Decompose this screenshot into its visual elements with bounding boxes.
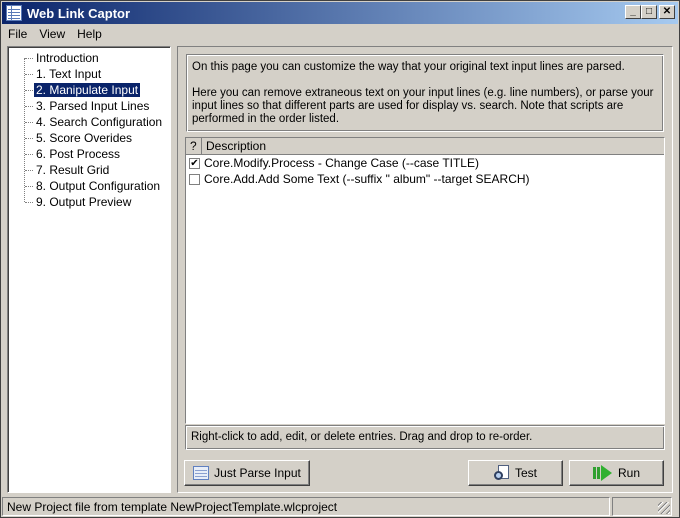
test-button[interactable]: Test bbox=[468, 460, 563, 486]
tree-item-label: 1. Text Input bbox=[36, 67, 102, 81]
tree-item[interactable]: 2. Manipulate Input bbox=[8, 82, 170, 98]
just-parse-input-button[interactable]: Just Parse Input bbox=[184, 460, 310, 486]
list-header: ? Description bbox=[186, 138, 664, 155]
menu-file[interactable]: File bbox=[2, 27, 33, 41]
menu-view[interactable]: View bbox=[33, 27, 71, 41]
tree-item-label: 3. Parsed Input Lines bbox=[36, 99, 150, 113]
status-pane bbox=[612, 497, 672, 516]
tree-connector bbox=[25, 186, 33, 187]
tree-connector bbox=[25, 138, 33, 139]
tree-item-label: 2. Manipulate Input bbox=[34, 83, 141, 97]
tree-item-label: 7. Result Grid bbox=[36, 163, 110, 177]
status-bar: New Project file from template NewProjec… bbox=[2, 497, 678, 517]
resize-grip-icon[interactable] bbox=[658, 502, 670, 514]
tree-connector bbox=[25, 90, 33, 91]
tree-item[interactable]: Introduction bbox=[8, 50, 170, 66]
status-message: New Project file from template NewProjec… bbox=[2, 497, 610, 516]
menu-bar: File View Help bbox=[2, 24, 108, 43]
intro-paragraph-2: Here you can remove extraneous text on y… bbox=[192, 87, 654, 125]
document-magnifier-icon bbox=[493, 465, 510, 481]
tree-item[interactable]: 3. Parsed Input Lines bbox=[8, 98, 170, 114]
grid-icon bbox=[193, 466, 210, 480]
tree-item-label: Introduction bbox=[36, 51, 99, 65]
content-panel: On this page you can customize the way t… bbox=[177, 46, 673, 493]
column-header-description[interactable]: Description bbox=[202, 138, 664, 154]
column-header-check[interactable]: ? bbox=[186, 138, 202, 154]
tree-item-label: 9. Output Preview bbox=[36, 195, 132, 209]
tree-item[interactable]: 7. Result Grid bbox=[8, 162, 170, 178]
list-row[interactable]: Core.Add.Add Some Text (--suffix " album… bbox=[186, 171, 664, 187]
tree-item-label: 4. Search Configuration bbox=[36, 115, 163, 129]
test-label: Test bbox=[514, 466, 537, 480]
tree-item-label: 5. Score Overides bbox=[36, 131, 133, 145]
run-arrow-icon bbox=[592, 465, 613, 481]
list-row[interactable]: ✔ Core.Modify.Process - Change Case (--ca… bbox=[186, 155, 664, 171]
tree-connector bbox=[25, 170, 33, 171]
app-icon bbox=[6, 5, 22, 21]
row-description: Core.Modify.Process - Change Case (--cas… bbox=[204, 156, 479, 170]
tree-connector bbox=[25, 154, 33, 155]
tree-connector bbox=[25, 74, 33, 75]
tree-item[interactable]: 8. Output Configuration bbox=[8, 178, 170, 194]
minimize-button[interactable]: _ bbox=[625, 5, 641, 19]
row-checkbox[interactable]: ✔ bbox=[189, 157, 200, 169]
maximize-button[interactable]: □ bbox=[641, 5, 657, 19]
script-list[interactable]: ? Description ✔ Core.Modify.Process - Cha… bbox=[185, 137, 665, 424]
tree-item[interactable]: 1. Text Input bbox=[8, 66, 170, 82]
tree-item[interactable]: 9. Output Preview bbox=[8, 194, 170, 210]
close-button[interactable]: ✕ bbox=[659, 5, 675, 19]
title-bar[interactable]: Web Link Captor _ □ ✕ bbox=[2, 2, 678, 24]
window-title: Web Link Captor bbox=[27, 5, 131, 21]
tree-item-label: 6. Post Process bbox=[36, 147, 121, 161]
tree-item-label: 8. Output Configuration bbox=[36, 179, 161, 193]
main-window: Web Link Captor _ □ ✕ File View Help Int… bbox=[0, 0, 680, 518]
tree-connector bbox=[25, 58, 33, 59]
tree-item[interactable]: 6. Post Process bbox=[8, 146, 170, 162]
row-checkbox[interactable] bbox=[189, 173, 200, 185]
run-label: Run bbox=[617, 466, 640, 480]
tree-item[interactable]: 5. Score Overides bbox=[8, 130, 170, 146]
hint-text: Right-click to add, edit, or delete entr… bbox=[185, 425, 665, 450]
intro-paragraph-1: On this page you can customize the way t… bbox=[192, 61, 625, 73]
row-description: Core.Add.Add Some Text (--suffix " album… bbox=[204, 172, 530, 186]
navigation-tree[interactable]: Introduction 1. Text Input 2. Manipulate I… bbox=[7, 46, 171, 493]
tree-item[interactable]: 4. Search Configuration bbox=[8, 114, 170, 130]
run-button[interactable]: Run bbox=[569, 460, 664, 486]
tree-connector bbox=[25, 202, 33, 203]
intro-description: On this page you can customize the way t… bbox=[186, 54, 664, 132]
just-parse-input-label: Just Parse Input bbox=[214, 466, 301, 480]
tree-connector bbox=[25, 122, 33, 123]
menu-help[interactable]: Help bbox=[71, 27, 108, 41]
tree-connector bbox=[25, 106, 33, 107]
